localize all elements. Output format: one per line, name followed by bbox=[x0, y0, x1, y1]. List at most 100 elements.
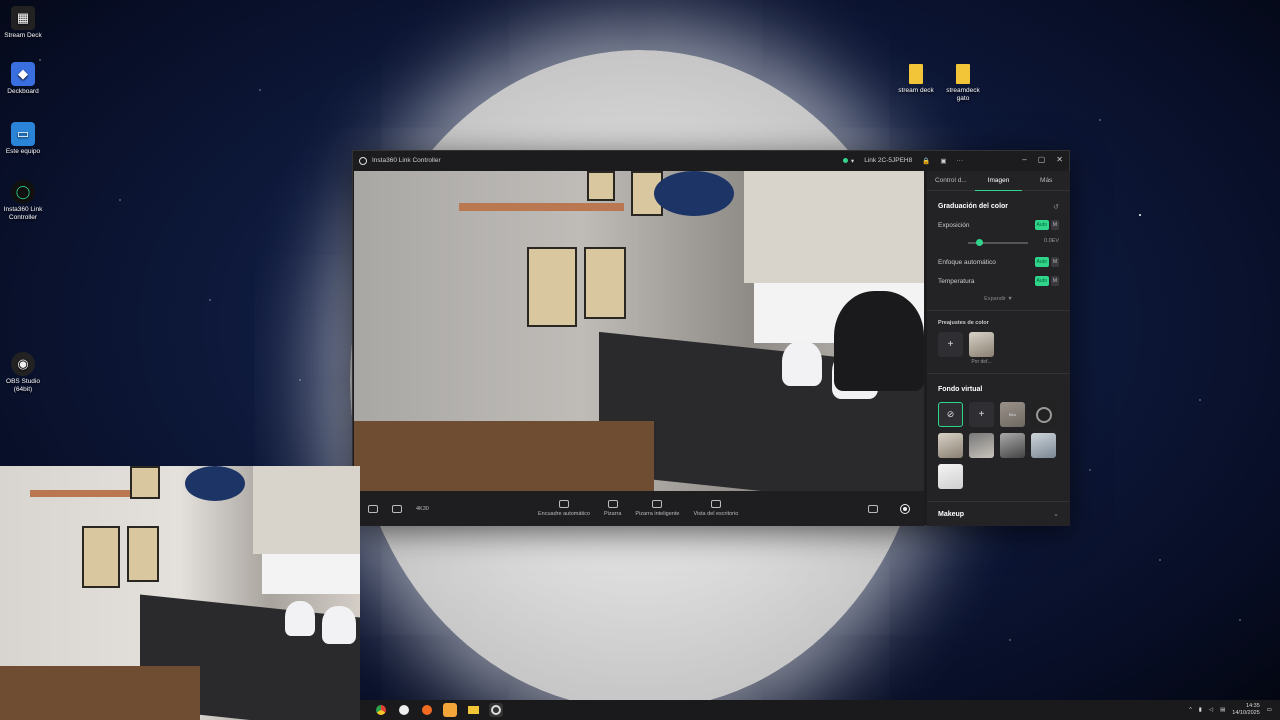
app-icon[interactable] bbox=[443, 703, 457, 717]
virtual-bg-header: Fondo virtual bbox=[938, 386, 1059, 393]
desktop-icon-label: Insta360 Link Controller bbox=[3, 206, 43, 221]
record-button[interactable] bbox=[900, 503, 910, 514]
slider-thumb[interactable] bbox=[976, 239, 983, 246]
camera-icon[interactable] bbox=[368, 504, 378, 513]
desktop-icon-label: Este equipo bbox=[5, 148, 41, 155]
background-option[interactable] bbox=[1031, 433, 1056, 458]
custom-background-option[interactable] bbox=[1031, 402, 1056, 427]
makeup-title: Makeup bbox=[938, 510, 965, 518]
preset-default[interactable]: Por def... bbox=[969, 332, 994, 365]
folder-label: streamdeck gato bbox=[946, 87, 980, 102]
blind bbox=[253, 466, 360, 554]
floor bbox=[0, 666, 200, 720]
background-option[interactable] bbox=[1000, 433, 1025, 458]
folder-icon bbox=[956, 64, 970, 84]
poster bbox=[130, 466, 160, 499]
presets-title: Preajustes de color bbox=[938, 320, 989, 326]
desktop-icon-este-equipo[interactable]: ▭ Este equipo bbox=[0, 122, 46, 156]
virtual-background-section: Fondo virtual ⊘ + Blur bbox=[927, 386, 1070, 489]
temperature-auto-toggle[interactable]: Auto bbox=[1034, 276, 1049, 286]
chair-back bbox=[834, 291, 924, 391]
background-option[interactable] bbox=[969, 433, 994, 458]
chrome-icon[interactable] bbox=[374, 703, 388, 717]
desktop-icon-deckboard[interactable]: ◆ Deckboard bbox=[0, 62, 46, 96]
desktop-icon-label: Stream Deck bbox=[4, 32, 42, 39]
auto-framing-button[interactable]: Encuadre automático bbox=[538, 500, 590, 517]
snapshot-icon[interactable] bbox=[868, 504, 878, 513]
firefox-icon[interactable] bbox=[420, 703, 434, 717]
chevron-up-icon[interactable]: ^ bbox=[1189, 707, 1192, 713]
tool-label: Pizarra bbox=[603, 511, 622, 517]
smart-whiteboard-button[interactable]: Pizarra inteligente bbox=[635, 500, 679, 517]
speaker-icon[interactable]: ◁ bbox=[1209, 707, 1213, 713]
obs-taskbar-icon[interactable] bbox=[397, 703, 411, 717]
exposure-auto-toggle[interactable]: Auto bbox=[1034, 220, 1049, 230]
maximize-icon[interactable]: ▢ bbox=[1038, 155, 1046, 164]
device-selector[interactable]: ▾ bbox=[842, 157, 854, 165]
reset-icon[interactable]: ↺ bbox=[1053, 203, 1059, 211]
insta360-taskbar-icon[interactable] bbox=[489, 703, 503, 717]
background-option[interactable] bbox=[938, 433, 963, 458]
whiteboard-button[interactable]: Pizarra bbox=[604, 500, 621, 517]
none-icon: ⊘ bbox=[946, 409, 955, 419]
add-background-button[interactable]: + bbox=[969, 402, 994, 427]
video-toolbar: 4K30 Encuadre automático Pizarra Pizarra… bbox=[354, 491, 924, 526]
exposure-slider[interactable]: 0.0EV bbox=[938, 238, 1059, 248]
desktop-folder-streamdeck-gato[interactable]: streamdeck gato bbox=[940, 64, 986, 103]
desktop-icon-insta360[interactable]: ◯ Insta360 Link Controller bbox=[0, 180, 46, 222]
add-preset-button[interactable]: + bbox=[938, 332, 963, 357]
exposure-label: Exposición bbox=[938, 221, 970, 229]
exposure-manual-toggle[interactable]: M bbox=[1050, 220, 1059, 230]
hanging-lamp bbox=[185, 466, 245, 501]
white-bust bbox=[782, 341, 822, 386]
hdr-icon[interactable] bbox=[392, 504, 402, 513]
white-bust bbox=[285, 601, 315, 636]
resolution-selector[interactable]: 4K30 bbox=[416, 506, 429, 512]
temperature-row: Temperatura Auto M bbox=[938, 276, 1059, 286]
desktop-folder-stream-deck[interactable]: stream deck bbox=[893, 64, 939, 95]
temperature-manual-toggle[interactable]: M bbox=[1050, 276, 1059, 286]
whiteboard-icon bbox=[607, 500, 618, 508]
minimize-icon[interactable]: – bbox=[1022, 155, 1026, 164]
wanted-poster bbox=[584, 247, 626, 319]
expand-button[interactable]: Expandir ▼ bbox=[938, 296, 1059, 302]
color-grading-section: Graduación del color ↺ Exposición Auto M… bbox=[927, 203, 1070, 302]
microphone-icon[interactable]: ▮ bbox=[1199, 707, 1202, 713]
tab-imagen[interactable]: Imagen bbox=[974, 171, 1023, 191]
screen-icon[interactable]: ▣ bbox=[940, 157, 946, 165]
more-icon[interactable]: ··· bbox=[957, 157, 964, 164]
file-explorer-icon[interactable] bbox=[466, 703, 480, 717]
background-option[interactable] bbox=[938, 464, 963, 489]
tool-label: Vista del escritorio bbox=[693, 511, 739, 517]
close-icon[interactable]: ✕ bbox=[1056, 155, 1063, 164]
desktop-icon-stream-deck[interactable]: ▦ Stream Deck bbox=[0, 6, 46, 40]
white-bust bbox=[322, 606, 356, 644]
stream-deck-icon: ▦ bbox=[11, 6, 35, 30]
divider bbox=[927, 310, 1070, 311]
wall-shelf bbox=[459, 203, 624, 211]
desktop-icon-obs[interactable]: ◉ OBS Studio (64bit) bbox=[0, 352, 46, 394]
autofocus-manual-toggle[interactable]: M bbox=[1050, 257, 1059, 267]
wanted-poster bbox=[127, 526, 159, 582]
no-background-option[interactable]: ⊘ bbox=[938, 402, 963, 427]
tab-mas[interactable]: Más bbox=[1022, 171, 1070, 190]
date: 14/10/2025 bbox=[1232, 710, 1260, 716]
settings-panel: Control d... Imagen Más Graduación del c… bbox=[927, 171, 1070, 526]
clock[interactable]: 14:35 14/10/2025 bbox=[1232, 703, 1260, 717]
desk-view-button[interactable]: Vista del escritorio bbox=[693, 500, 738, 517]
makeup-section-header[interactable]: Makeup ⌄ bbox=[927, 501, 1070, 526]
virtual-bg-grid: ⊘ + Blur bbox=[938, 402, 1059, 489]
color-grading-title: Graduación del color bbox=[938, 203, 1009, 210]
auto-framing-icon bbox=[558, 500, 569, 508]
ring-icon bbox=[1035, 406, 1052, 423]
plus-icon: + bbox=[947, 339, 954, 350]
tab-control[interactable]: Control d... bbox=[927, 171, 975, 190]
blur-background-option[interactable]: Blur bbox=[1000, 402, 1025, 427]
notifications-icon[interactable]: ▭ bbox=[1267, 707, 1272, 713]
camera-preview[interactable] bbox=[354, 171, 924, 491]
lock-icon[interactable]: 🔒 bbox=[922, 157, 930, 165]
autofocus-auto-toggle[interactable]: Auto bbox=[1034, 257, 1049, 267]
device-name[interactable]: Link 2C-5JPEH8 bbox=[864, 157, 912, 164]
taskbar: ^ ▮ ◁ ▤ 14:35 14/10/2025 ▭ bbox=[360, 700, 1280, 720]
network-icon[interactable]: ▤ bbox=[1220, 707, 1225, 713]
